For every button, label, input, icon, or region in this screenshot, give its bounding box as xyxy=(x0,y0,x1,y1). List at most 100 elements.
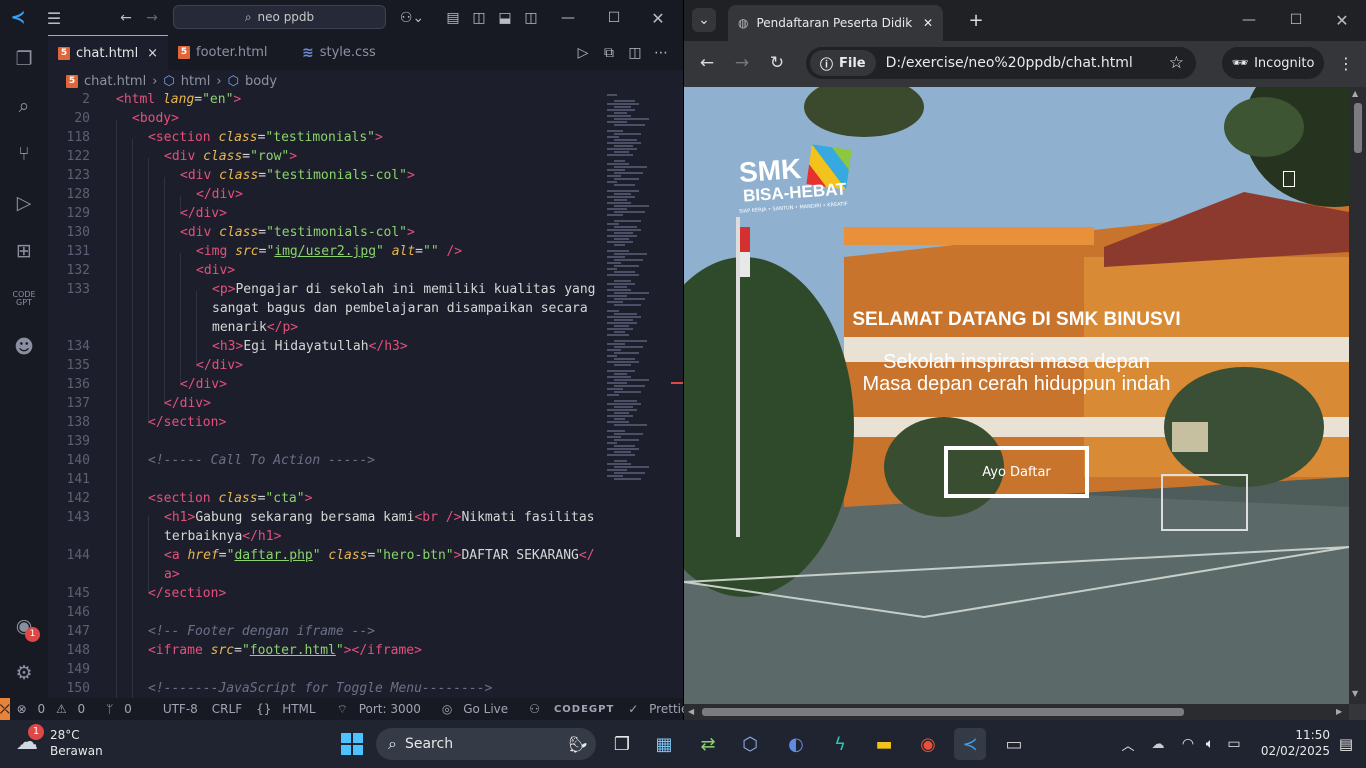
minimap-line xyxy=(607,94,617,96)
minimap-line xyxy=(607,109,635,111)
incognito-badge[interactable]: 🕶︎ Incognito xyxy=(1222,47,1324,79)
minimap-line xyxy=(607,295,627,297)
back-arrow-icon[interactable]: ← xyxy=(116,8,136,28)
new-tab-icon[interactable]: + xyxy=(966,10,986,31)
tab-chat-html[interactable]: 5 chat.html × xyxy=(48,35,168,70)
remote-icon[interactable]: ⤫ xyxy=(0,698,10,720)
maximize-icon[interactable]: ☐ xyxy=(1286,10,1306,30)
scrollbar-thumb[interactable] xyxy=(702,708,1184,716)
task-view-icon[interactable]: ❐ xyxy=(606,728,638,760)
close-icon[interactable]: ✕ xyxy=(648,8,668,28)
codegpt-status[interactable]: CODEGPT xyxy=(547,704,621,715)
line-number: 146 xyxy=(66,605,90,620)
ayo-daftar-button[interactable]: Ayo Daftar xyxy=(944,446,1089,498)
toggle-panel-icon[interactable]: ⬓ xyxy=(496,8,514,28)
minimap-line xyxy=(614,139,637,141)
forward-arrow-icon[interactable]: → xyxy=(731,52,753,74)
vertical-scrollbar[interactable]: ▲ ▼ xyxy=(1349,87,1366,704)
open-preview-icon[interactable]: ⧉ xyxy=(600,44,618,62)
settings-icon[interactable]: ⚙ xyxy=(10,659,38,687)
split-editor-icon[interactable]: ◫ xyxy=(626,44,644,62)
menu-icon[interactable]: ☰ xyxy=(44,8,64,28)
run-icon[interactable]: ▷ xyxy=(574,44,592,62)
taskbar-search[interactable]: ⌕ Search 🦫︎ xyxy=(376,728,596,760)
scroll-down-icon[interactable]: ▼ xyxy=(1352,689,1358,698)
explorer-icon[interactable]: ❐ xyxy=(10,45,38,73)
more-actions-icon[interactable]: ⋯ xyxy=(652,44,670,62)
search-icon[interactable]: ⌕ xyxy=(10,92,38,120)
show-hidden-icons-icon[interactable]: ︿ xyxy=(1112,728,1144,760)
bookmark-star-icon[interactable]: ☆ xyxy=(1169,53,1184,73)
notification-center-icon[interactable]: ▤ xyxy=(1330,728,1362,760)
port-status[interactable]: ⌔ Port: 3000 xyxy=(330,702,435,717)
close-tab-icon[interactable]: ✕ xyxy=(923,16,933,30)
file-transfer-icon[interactable]: ⇄ xyxy=(692,728,724,760)
breadcrumb-html[interactable]: html xyxy=(181,74,211,89)
scroll-right-icon[interactable]: ▶ xyxy=(1336,707,1342,716)
clock[interactable]: 11:50 02/02/2025 xyxy=(1250,728,1330,758)
ports-indicator[interactable]: ᛘ 0 xyxy=(99,702,146,716)
code-editor[interactable]: 2 20 118 122 123 128 129 130 131 132 133 134 135 136 1… xyxy=(48,92,603,698)
source-control-icon[interactable]: ⑂ xyxy=(10,140,38,168)
chrome-menu-icon[interactable]: ⋮ xyxy=(1336,52,1356,74)
network-alert-icon[interactable]: ☁ xyxy=(1142,728,1174,760)
minimap-line xyxy=(607,262,621,264)
codegpt-icon[interactable]: CODE GPT xyxy=(10,285,38,313)
scroll-up-icon[interactable]: ▲ xyxy=(1352,89,1358,98)
copilot-status-icon[interactable]: ⚇ xyxy=(522,702,547,716)
address-bar[interactable]: ⓘ File D:/exercise/neo%20ppdb/chat.html … xyxy=(806,47,1196,79)
thunder-app-icon[interactable]: ϟ xyxy=(824,728,856,760)
maximize-icon[interactable]: ☐ xyxy=(604,8,624,28)
app-icon[interactable]: ◐ xyxy=(780,728,812,760)
tab-search-icon[interactable]: ⌄ xyxy=(692,8,716,32)
terminal-icon[interactable]: ▭ xyxy=(998,728,1030,760)
hamburger-placeholder-icon[interactable] xyxy=(1283,171,1295,187)
breadcrumb-body[interactable]: body xyxy=(245,74,277,89)
line-number: 2 xyxy=(82,92,90,107)
chrome-icon[interactable]: ◉ xyxy=(912,728,944,760)
minimize-icon[interactable]: — xyxy=(1239,10,1259,30)
breadcrumb-file[interactable]: chat.html xyxy=(84,74,146,89)
toggle-secondary-sidebar-icon[interactable]: ◫ xyxy=(522,8,540,28)
windows-start-icon[interactable] xyxy=(336,728,368,760)
minimap-line xyxy=(607,334,629,336)
minimap[interactable] xyxy=(603,92,683,698)
code-line: </div> xyxy=(196,187,243,202)
minimap-line xyxy=(614,373,627,375)
tab-pendaftaran[interactable]: ◍ Pendaftaran Peserta Didik Baru ✕ xyxy=(728,5,943,41)
language-mode[interactable]: {} HTML xyxy=(249,702,330,716)
virtualbox-icon[interactable]: ⬡ xyxy=(734,728,766,760)
file-explorer-icon[interactable]: ▬ xyxy=(868,728,900,760)
control-panel-icon[interactable]: ▦ xyxy=(648,728,680,760)
alien-icon[interactable]: ☻ xyxy=(10,333,38,361)
vscode-taskbar-icon[interactable]: ≺ xyxy=(954,728,986,760)
reload-icon[interactable]: ↻ xyxy=(766,52,788,74)
tab-footer-html[interactable]: 5 footer.html xyxy=(168,35,292,70)
vscode-titlebar: ≺ ☰ ← → ⌕ neo ppdb ⚇⌄ ▤ ◫ ⬓ ◫ — ☐ ✕ xyxy=(0,0,683,35)
battery-icon[interactable]: ▭ xyxy=(1218,728,1250,760)
encoding[interactable]: UTF-8 xyxy=(156,702,205,716)
eol[interactable]: CRLF xyxy=(205,702,249,716)
close-tab-icon[interactable]: × xyxy=(147,46,158,61)
problems-indicator[interactable]: ⊗ 0 ⚠ 0 xyxy=(10,702,100,716)
copilot-icon[interactable]: ⚇⌄ xyxy=(398,8,426,28)
toggle-sidebar-icon[interactable]: ◫ xyxy=(470,8,488,28)
back-arrow-icon[interactable]: ← xyxy=(696,52,718,74)
command-center-search[interactable]: ⌕ neo ppdb xyxy=(173,5,386,29)
code-line: </div> xyxy=(180,377,227,392)
tab-style-css[interactable]: ≋ style.css xyxy=(292,35,404,70)
weather-widget[interactable]: ☁ 1 28°C Berawan xyxy=(16,724,126,762)
go-live-button[interactable]: ◎ Go Live xyxy=(435,702,522,716)
extensions-icon[interactable]: ⊞ xyxy=(10,237,38,265)
layout-icon[interactable]: ▤ xyxy=(444,8,462,28)
code-line: <section class="testimonials"> xyxy=(148,130,383,145)
close-icon[interactable]: ✕ xyxy=(1332,10,1352,30)
scrollbar-thumb[interactable] xyxy=(1354,103,1362,153)
site-info-chip[interactable]: ⓘ File xyxy=(810,50,876,76)
horizontal-scrollbar[interactable]: ◀ ▶ xyxy=(684,704,1349,720)
run-debug-icon[interactable]: ▷ xyxy=(10,189,38,217)
minimize-icon[interactable]: — xyxy=(558,8,578,28)
incognito-icon: 🕶︎ xyxy=(1231,55,1249,71)
forward-arrow-icon[interactable]: → xyxy=(142,8,162,28)
scroll-left-icon[interactable]: ◀ xyxy=(688,707,694,716)
